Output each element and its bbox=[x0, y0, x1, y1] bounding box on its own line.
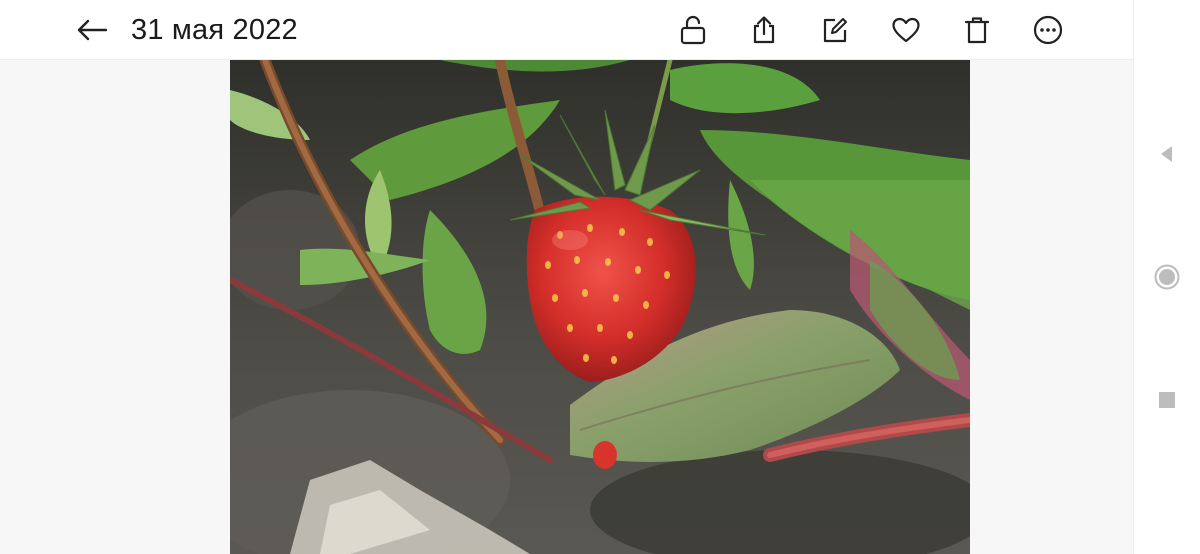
favorite-button[interactable] bbox=[884, 8, 928, 52]
more-horizontal-icon bbox=[1033, 15, 1063, 45]
system-back-button[interactable] bbox=[1147, 134, 1187, 174]
arrow-left-icon bbox=[77, 19, 108, 41]
strawberry-plant-photo bbox=[230, 60, 970, 554]
more-button[interactable] bbox=[1026, 8, 1070, 52]
heart-icon bbox=[892, 17, 920, 43]
system-nav-bar bbox=[1133, 0, 1200, 554]
photo-viewer bbox=[0, 60, 1133, 554]
edit-button[interactable] bbox=[813, 8, 857, 52]
system-home-button[interactable] bbox=[1147, 257, 1187, 297]
square-recents-icon bbox=[1159, 392, 1175, 408]
circle-home-icon bbox=[1154, 264, 1180, 290]
top-app-bar: 31 мая 2022 bbox=[0, 0, 1133, 60]
delete-button[interactable] bbox=[955, 8, 999, 52]
back-button[interactable] bbox=[68, 8, 116, 52]
edit-icon bbox=[823, 18, 847, 43]
page-title: 31 мая 2022 bbox=[131, 14, 298, 46]
photo[interactable] bbox=[230, 60, 970, 554]
system-recents-button[interactable] bbox=[1147, 380, 1187, 420]
share-icon bbox=[753, 16, 775, 44]
share-button[interactable] bbox=[742, 8, 786, 52]
unlock-icon bbox=[680, 15, 706, 45]
triangle-back-icon bbox=[1161, 146, 1172, 162]
trash-icon bbox=[964, 17, 990, 44]
lock-button[interactable] bbox=[671, 8, 715, 52]
